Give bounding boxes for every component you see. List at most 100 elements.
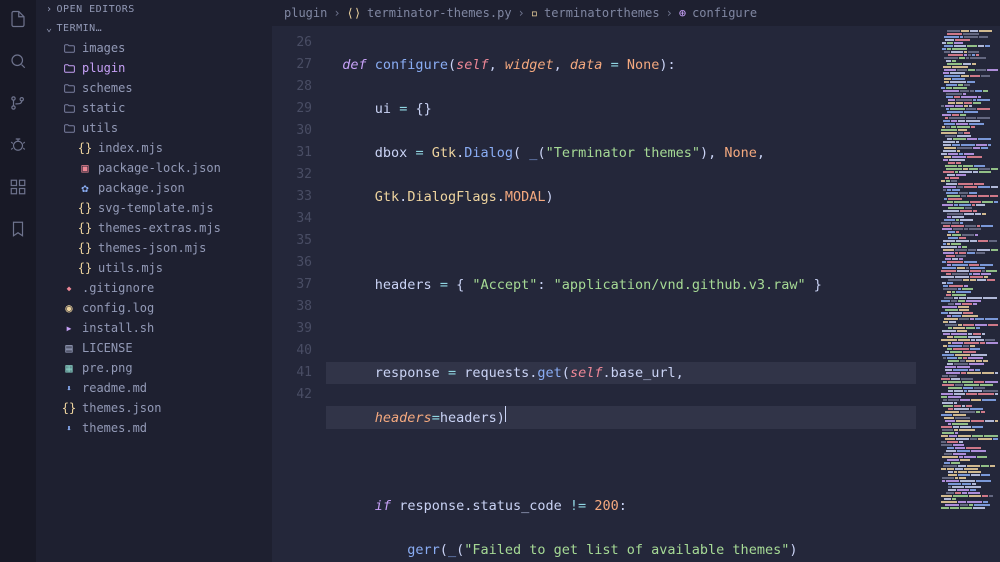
file-label: index.mjs (98, 141, 163, 155)
folder-icon (62, 41, 76, 55)
file-item[interactable]: {}themes.json (42, 398, 272, 418)
log-icon: ◉ (62, 301, 76, 315)
file-item[interactable]: {} themes-extras.mjs (42, 218, 272, 238)
file-label: readme.md (82, 381, 147, 395)
line-number: 26 (272, 32, 312, 54)
file-item[interactable]: ✿ package.json (42, 178, 272, 198)
file-label: themes.json (82, 401, 161, 415)
extensions-icon[interactable] (7, 176, 29, 198)
editor-area[interactable]: 2627282930313233343536373839404142 def c… (272, 26, 1000, 562)
open-editors-header[interactable]: › OPEN EDITORS (36, 0, 272, 19)
file-tree: images plugin schemes static utils {} index.mj… (36, 38, 272, 438)
breadcrumb-sep: › (666, 6, 673, 20)
file-label: package-lock.json (98, 161, 221, 175)
file-item[interactable]: ◉ config.log (42, 298, 272, 318)
folder-icon (62, 61, 76, 75)
folder-item[interactable]: static (42, 98, 272, 118)
file-label: LICENSE (82, 341, 133, 355)
line-number: 41 (272, 362, 312, 384)
folder-icon (62, 81, 76, 95)
line-number: 37 (272, 274, 312, 296)
search-icon[interactable] (7, 50, 29, 72)
file-item[interactable]: {} themes-json.mjs (42, 238, 272, 258)
line-number: 42 (272, 384, 312, 406)
breadcrumb-part[interactable]: terminatorthemes (544, 6, 660, 20)
minimap[interactable] (936, 26, 1000, 562)
workspace-label: TERMIN… (57, 23, 103, 34)
breadcrumb-part[interactable]: configure (692, 6, 757, 20)
file-label: themes-extras.mjs (98, 221, 221, 235)
activity-bar (0, 0, 36, 562)
line-number: 30 (272, 120, 312, 142)
file-item[interactable]: ▣ package-lock.json (42, 158, 272, 178)
file-label: package.json (98, 181, 185, 195)
package-icon: ▣ (78, 161, 92, 175)
git-branch-icon[interactable] (7, 92, 29, 114)
file-item[interactable]: ◆.gitignore (42, 278, 272, 298)
braces-icon: {} (78, 261, 92, 275)
explorer-icon[interactable] (7, 8, 29, 30)
line-number: 33 (272, 186, 312, 208)
explorer-sidebar: › OPEN EDITORS ⌄ TERMIN… images plugin sch… (36, 0, 272, 562)
file-label: images (82, 41, 125, 55)
markdown-icon: ⬇ (62, 423, 76, 433)
chevron-down-icon: ⌄ (46, 23, 53, 34)
file-item[interactable]: ▸ install.sh (42, 318, 272, 338)
file-item[interactable]: ▤ LICENSE (42, 338, 272, 358)
bookmark-icon[interactable] (7, 218, 29, 240)
line-number: 27 (272, 54, 312, 76)
python-file-icon: ⟨⟩ (347, 6, 361, 20)
folder-item[interactable]: plugin (42, 58, 272, 78)
file-item[interactable]: {} svg-template.mjs (42, 198, 272, 218)
breadcrumb-sep: › (333, 6, 340, 20)
line-number: 28 (272, 76, 312, 98)
line-number: 39 (272, 318, 312, 340)
chevron-right-icon: › (46, 4, 53, 15)
file-label: utils.mjs (98, 261, 163, 275)
braces-icon: {} (78, 221, 92, 235)
gear-icon: ✿ (78, 181, 92, 195)
folder-item[interactable]: schemes (42, 78, 272, 98)
line-number: 29 (272, 98, 312, 120)
shell-icon: ▸ (62, 321, 76, 335)
line-number: 34 (272, 208, 312, 230)
file-item[interactable]: ⬇ themes.md (42, 418, 272, 438)
file-label: utils (82, 121, 118, 135)
braces-icon: {} (78, 141, 92, 155)
breadcrumb-part[interactable]: terminator-themes.py (367, 6, 512, 20)
breadcrumb-part[interactable]: plugin (284, 6, 327, 20)
line-number: 32 (272, 164, 312, 186)
editor-main: plugin › ⟨⟩ terminator-themes.py › ▫ ter… (272, 0, 1000, 562)
file-item[interactable]: {} index.mjs (42, 138, 272, 158)
line-number: 35 (272, 230, 312, 252)
git-icon: ◆ (62, 281, 76, 295)
folder-item[interactable]: utils (42, 118, 272, 138)
file-label: schemes (82, 81, 133, 95)
code-content[interactable]: def configure(self, widget, data = None)… (326, 26, 936, 562)
open-editors-label: OPEN EDITORS (57, 4, 135, 15)
folder-item[interactable]: images (42, 38, 272, 58)
braces-icon: {} (78, 241, 92, 255)
breadcrumb-sep: › (518, 6, 525, 20)
file-label: install.sh (82, 321, 154, 335)
file-label: themes-json.mjs (98, 241, 206, 255)
file-label: static (82, 101, 125, 115)
file-item[interactable]: ⬇readme.md (42, 378, 272, 398)
file-label: themes.md (82, 421, 147, 435)
debug-icon[interactable] (7, 134, 29, 156)
file-item[interactable]: ▦ pre.png (42, 358, 272, 378)
file-label: pre.png (82, 361, 133, 375)
line-gutter: 2627282930313233343536373839404142 (272, 26, 326, 562)
file-item[interactable]: {} utils.mjs (42, 258, 272, 278)
line-number: 40 (272, 340, 312, 362)
line-number: 38 (272, 296, 312, 318)
breadcrumbs[interactable]: plugin › ⟨⟩ terminator-themes.py › ▫ ter… (272, 0, 1000, 26)
file-label: svg-template.mjs (98, 201, 214, 215)
image-icon: ▦ (62, 361, 76, 375)
folder-icon (62, 121, 76, 135)
braces-icon: {} (78, 201, 92, 215)
file-label: config.log (82, 301, 154, 315)
workspace-header[interactable]: ⌄ TERMIN… (36, 19, 272, 38)
method-icon: ⊕ (679, 6, 686, 20)
file-icon: ▤ (62, 341, 76, 355)
